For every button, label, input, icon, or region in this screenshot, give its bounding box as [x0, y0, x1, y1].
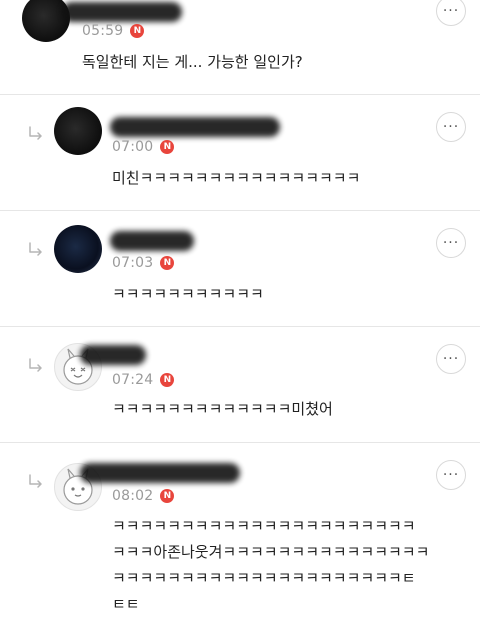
comment-text: 미친ㅋㅋㅋㅋㅋㅋㅋㅋㅋㅋㅋㅋㅋㅋㅋㅋ	[112, 169, 361, 187]
author-name-redacted	[110, 117, 280, 137]
comment-text: ㅋㅋㅋㅋㅋㅋㅋㅋㅋㅋㅋㅋㅋ미쳤어	[112, 400, 333, 418]
reply-item: 07:24 N ··· ㅋㅋㅋㅋㅋㅋㅋㅋㅋㅋㅋㅋㅋ미쳤어	[0, 327, 480, 442]
author-name-redacted	[62, 2, 182, 22]
more-options-button[interactable]: ···	[436, 344, 466, 374]
comment-text: ㅋㅋㅋㅋㅋㅋㅋㅋㅋㅋㅋㅋㅋㅋㅋㅋㅋㅋㅋㅋㅋㅋ ㅋㅋㅋ아존나웃겨ㅋㅋㅋㅋㅋㅋㅋㅋㅋ…	[112, 517, 430, 613]
more-options-icon: ···	[442, 467, 460, 483]
more-options-icon: ···	[442, 3, 460, 19]
more-options-button[interactable]: ···	[436, 112, 466, 142]
comment-time: 07:00	[112, 139, 154, 155]
more-options-icon: ···	[442, 351, 460, 367]
reply-item: 07:00 N ··· 미친ㅋㅋㅋㅋㅋㅋㅋㅋㅋㅋㅋㅋㅋㅋㅋㅋ	[0, 95, 480, 210]
new-badge: N	[130, 24, 145, 38]
reply-item: 07:03 N ··· ㅋㅋㅋㅋㅋㅋㅋㅋㅋㅋㅋ	[0, 211, 480, 326]
author-name-redacted	[80, 463, 240, 483]
reply-arrow-icon	[28, 358, 44, 374]
comment-time: 08:02	[112, 488, 154, 504]
comment-thread: 05:59 N ··· 독일한테 지는 게... 가능한 일인가? 07:00 …	[0, 0, 480, 620]
comment-time: 07:03	[112, 255, 154, 271]
comment-text: 독일한테 지는 게... 가능한 일인가?	[82, 53, 303, 71]
time-row: 08:02 N	[112, 488, 175, 504]
more-options-icon: ···	[442, 235, 460, 251]
time-row: 07:24 N	[112, 372, 175, 388]
new-badge: N	[160, 256, 175, 270]
more-options-button[interactable]: ···	[436, 0, 466, 26]
reply-item: 08:02 N ··· ㅋㅋㅋㅋㅋㅋㅋㅋㅋㅋㅋㅋㅋㅋㅋㅋㅋㅋㅋㅋㅋㅋ ㅋㅋㅋ아존…	[0, 443, 480, 620]
reply-arrow-icon	[28, 242, 44, 258]
more-options-button[interactable]: ···	[436, 460, 466, 490]
reply-arrow-icon	[28, 126, 44, 142]
author-name-redacted	[80, 345, 146, 365]
more-options-button[interactable]: ···	[436, 228, 466, 258]
author-name-redacted	[110, 231, 194, 251]
avatar[interactable]	[54, 107, 102, 155]
comment-text: ㅋㅋㅋㅋㅋㅋㅋㅋㅋㅋㅋ	[112, 285, 264, 303]
time-row: 07:03 N	[112, 255, 175, 271]
reply-arrow-icon	[28, 474, 44, 490]
new-badge: N	[160, 489, 175, 503]
comment-time: 07:24	[112, 372, 154, 388]
comment-item: 05:59 N ··· 독일한테 지는 게... 가능한 일인가?	[0, 0, 480, 94]
time-row: 05:59 N	[82, 23, 145, 39]
more-options-icon: ···	[442, 119, 460, 135]
new-badge: N	[160, 373, 175, 387]
time-row: 07:00 N	[112, 139, 175, 155]
avatar[interactable]	[54, 225, 102, 273]
comment-time: 05:59	[82, 23, 124, 39]
new-badge: N	[160, 140, 175, 154]
